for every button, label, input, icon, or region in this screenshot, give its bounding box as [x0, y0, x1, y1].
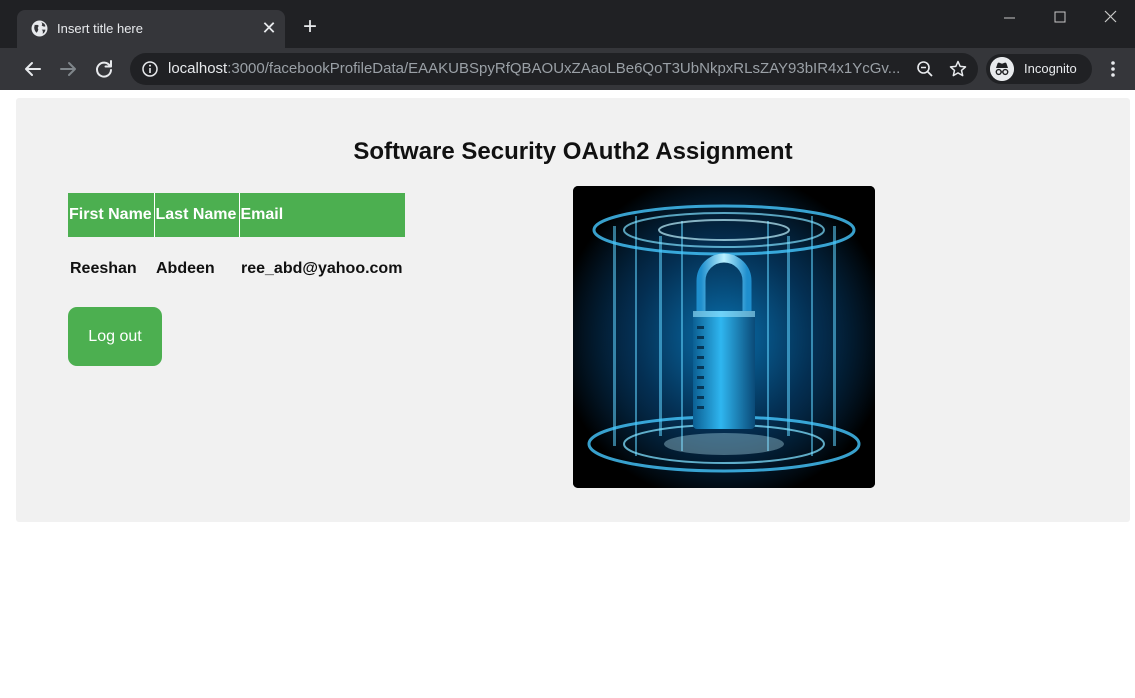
- profile-table: First Name Last Name Email Reeshan Abdee…: [68, 193, 405, 301]
- new-tab-plus-icon[interactable]: +: [298, 15, 322, 40]
- reload-icon[interactable]: [91, 56, 117, 82]
- header-email: Email: [239, 193, 405, 237]
- forward-arrow-icon[interactable]: [55, 56, 81, 82]
- minimize-icon[interactable]: [998, 6, 1022, 30]
- bookmark-star-icon[interactable]: [948, 59, 968, 79]
- cell-email: ree_abd@yahoo.com: [241, 260, 403, 277]
- browser-toolbar: localhost:3000/facebookProfileData/EAAKU…: [0, 48, 1135, 90]
- content-panel: Software Security OAuth2 Assignment Firs…: [16, 98, 1130, 522]
- page-title: Software Security OAuth2 Assignment: [353, 138, 793, 165]
- url-text[interactable]: localhost:3000/facebookProfileData/EAAKU…: [168, 60, 900, 78]
- incognito-icon: [990, 57, 1014, 81]
- tab-title: Insert title here: [57, 21, 143, 36]
- zoom-out-icon[interactable]: [916, 60, 934, 78]
- header-last-name: Last Name: [154, 193, 240, 237]
- padlock-image: [573, 186, 875, 488]
- address-bar[interactable]: localhost:3000/facebookProfileData/EAAKU…: [130, 53, 978, 85]
- tab-strip: Insert title here ✕ +: [0, 0, 1135, 48]
- header-first-name: First Name: [68, 193, 155, 237]
- back-arrow-icon[interactable]: [20, 56, 46, 82]
- logout-button[interactable]: Log out: [68, 307, 162, 366]
- incognito-label: Incognito: [1024, 61, 1077, 76]
- close-window-icon[interactable]: [1099, 6, 1123, 30]
- site-info-icon[interactable]: [142, 61, 158, 77]
- url-path: :3000/facebookProfileData/EAAKUBSpyRfQBA…: [227, 60, 900, 77]
- table-header-row: First Name Last Name Email: [68, 193, 405, 237]
- padlock-illustration: [573, 186, 875, 488]
- url-host: localhost: [168, 60, 228, 77]
- globe-icon: [31, 20, 48, 37]
- table-row: Reeshan Abdeen ree_abd@yahoo.com: [68, 237, 405, 301]
- more-menu-icon[interactable]: [1104, 57, 1122, 81]
- page-viewport: Software Security OAuth2 Assignment Firs…: [0, 90, 1135, 698]
- cell-last-name: Abdeen: [156, 260, 215, 277]
- close-tab-icon[interactable]: ✕: [260, 19, 278, 37]
- maximize-icon[interactable]: [1048, 6, 1072, 30]
- browser-tab[interactable]: Insert title here ✕: [17, 10, 285, 48]
- incognito-indicator[interactable]: Incognito: [986, 54, 1092, 84]
- cell-first-name: Reeshan: [70, 260, 137, 277]
